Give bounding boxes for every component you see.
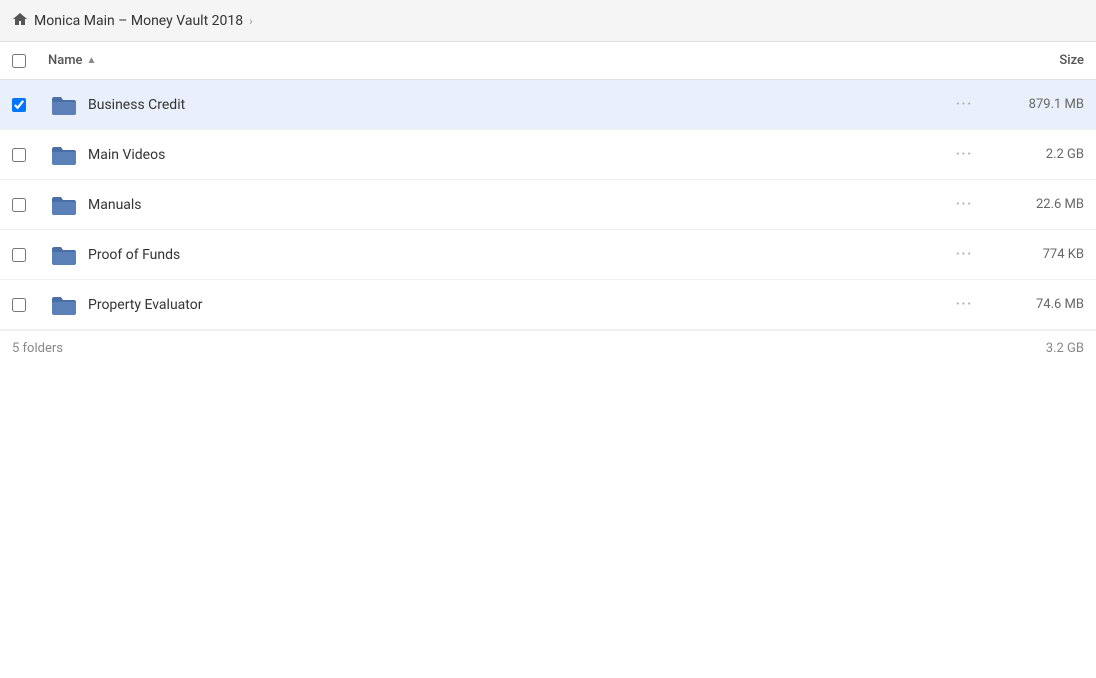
breadcrumb-chevron: › bbox=[249, 14, 253, 28]
row-checkbox[interactable] bbox=[12, 248, 26, 262]
row-checkbox[interactable] bbox=[12, 98, 26, 112]
row-checkbox[interactable] bbox=[12, 298, 26, 312]
row-name: Proof of Funds bbox=[88, 247, 944, 263]
row-size: 22.6 MB bbox=[984, 197, 1084, 212]
total-size: 3.2 GB bbox=[1046, 341, 1084, 356]
select-all-checkbox[interactable] bbox=[12, 54, 26, 68]
row-size: 74.6 MB bbox=[984, 297, 1084, 312]
row-more-button[interactable]: ··· bbox=[944, 144, 984, 165]
file-list: Business Credit ··· 879.1 MB Main Videos… bbox=[0, 80, 1096, 330]
folder-count: 5 folders bbox=[12, 341, 63, 356]
row-more-button[interactable]: ··· bbox=[944, 94, 984, 115]
row-name: Property Evaluator bbox=[88, 297, 944, 313]
table-row[interactable]: Manuals ··· 22.6 MB bbox=[0, 180, 1096, 230]
row-size: 879.1 MB bbox=[984, 97, 1084, 112]
row-name: Main Videos bbox=[88, 147, 944, 163]
folder-icon bbox=[48, 94, 80, 116]
folder-icon bbox=[48, 144, 80, 166]
row-checkbox-col bbox=[12, 198, 48, 212]
sort-icon: ▲ bbox=[87, 55, 97, 66]
row-checkbox[interactable] bbox=[12, 148, 26, 162]
home-icon[interactable] bbox=[12, 11, 28, 31]
row-size: 2.2 GB bbox=[984, 147, 1084, 162]
row-checkbox-col bbox=[12, 98, 48, 112]
header-checkbox-col bbox=[12, 54, 48, 68]
row-name: Manuals bbox=[88, 197, 944, 213]
table-row[interactable]: Main Videos ··· 2.2 GB bbox=[0, 130, 1096, 180]
folder-icon bbox=[48, 244, 80, 266]
row-checkbox-col bbox=[12, 298, 48, 312]
name-column-header[interactable]: Name ▲ bbox=[48, 53, 984, 68]
row-name: Business Credit bbox=[88, 97, 944, 113]
footer-bar: 5 folders 3.2 GB bbox=[0, 330, 1096, 366]
row-checkbox-col bbox=[12, 248, 48, 262]
row-more-button[interactable]: ··· bbox=[944, 294, 984, 315]
row-more-button[interactable]: ··· bbox=[944, 194, 984, 215]
breadcrumb-bar: Monica Main – Money Vault 2018 › bbox=[0, 0, 1096, 42]
table-row[interactable]: Property Evaluator ··· 74.6 MB bbox=[0, 280, 1096, 330]
table-row[interactable]: Business Credit ··· 879.1 MB bbox=[0, 80, 1096, 130]
breadcrumb-title[interactable]: Monica Main – Money Vault 2018 bbox=[34, 13, 243, 29]
row-checkbox[interactable] bbox=[12, 198, 26, 212]
size-column-header: Size bbox=[984, 53, 1084, 68]
table-row[interactable]: Proof of Funds ··· 774 KB bbox=[0, 230, 1096, 280]
row-more-button[interactable]: ··· bbox=[944, 244, 984, 265]
row-checkbox-col bbox=[12, 148, 48, 162]
folder-icon bbox=[48, 194, 80, 216]
folder-icon bbox=[48, 294, 80, 316]
table-header: Name ▲ Size bbox=[0, 42, 1096, 80]
row-size: 774 KB bbox=[984, 247, 1084, 262]
